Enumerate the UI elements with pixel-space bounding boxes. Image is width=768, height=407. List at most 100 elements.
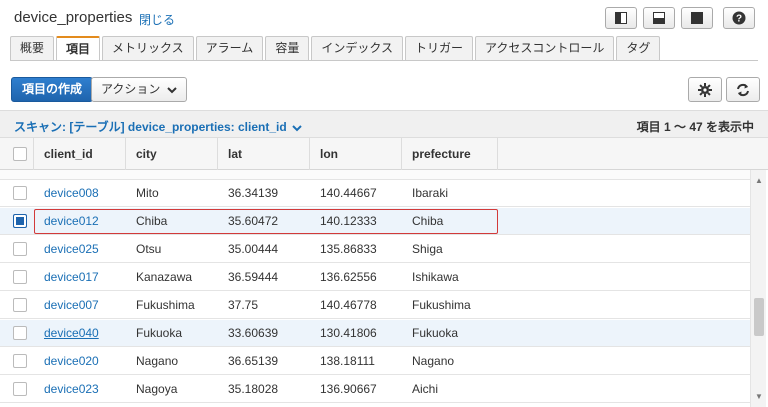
city-cell: Nagano xyxy=(136,354,179,368)
close-link[interactable]: 閉じる xyxy=(139,11,175,28)
prefecture-cell: Ibaraki xyxy=(412,186,449,200)
row-checkbox[interactable] xyxy=(13,270,27,284)
lon-cell: 136.90667 xyxy=(320,382,377,396)
table-row[interactable]: device023 Nagoya 35.18028 136.90667 Aich… xyxy=(0,376,750,403)
tab-tags[interactable]: タグ xyxy=(616,36,661,60)
tab-capacity[interactable]: 容量 xyxy=(265,36,310,60)
table-row[interactable]: device025 Otsu 35.00444 135.86833 Shiga xyxy=(0,236,750,263)
row-layout-icon xyxy=(653,12,665,24)
table-row-selected[interactable]: device012 Chiba 35.60472 140.12333 Chiba xyxy=(0,208,750,235)
tab-access-control[interactable]: アクセスコントロール xyxy=(474,36,615,60)
client-id-link[interactable]: device023 xyxy=(44,376,99,403)
create-item-button[interactable]: 項目の作成 xyxy=(11,77,94,102)
table-row[interactable]: device008 Mito 36.34139 140.44667 Ibarak… xyxy=(0,180,750,207)
column-header-lon[interactable]: lon xyxy=(310,138,402,170)
lon-cell: 136.62556 xyxy=(320,270,377,284)
city-cell: Kanazawa xyxy=(136,270,193,284)
column-header-city[interactable]: city xyxy=(126,138,218,170)
row-checkbox[interactable] xyxy=(13,354,27,368)
lat-cell: 36.65139 xyxy=(228,354,279,368)
svg-text:?: ? xyxy=(736,14,742,25)
view-buttons: ? xyxy=(605,7,755,29)
tab-alarms[interactable]: アラーム xyxy=(195,36,264,60)
column-layout-button[interactable] xyxy=(605,7,637,29)
column-header-client-id[interactable]: client_id xyxy=(34,138,126,170)
refresh-button[interactable] xyxy=(726,77,760,102)
row-checkbox[interactable] xyxy=(13,382,27,396)
lon-cell: 140.12333 xyxy=(320,214,377,228)
item-count: 項目 1 ～ 47 を表示中 xyxy=(636,120,754,134)
row-layout-button[interactable] xyxy=(643,7,675,29)
city-cell: Fukushima xyxy=(136,298,195,312)
chevron-down-icon xyxy=(292,125,302,132)
city-cell: Mito xyxy=(136,186,159,200)
row-checkbox[interactable] xyxy=(13,214,27,228)
prefecture-cell: Ishikawa xyxy=(412,270,459,284)
prefecture-cell: Chiba xyxy=(412,214,444,228)
grid-header: client_id city lat lon prefecture xyxy=(0,138,768,170)
select-all-cell xyxy=(0,138,34,170)
table-row-hovered[interactable]: device040 Fukuoka 33.60639 130.41806 Fuk… xyxy=(0,320,750,347)
prefecture-cell: Aichi xyxy=(412,382,439,396)
scroll-down-icon[interactable]: ▼ xyxy=(755,392,763,401)
row-checkbox[interactable] xyxy=(13,298,27,312)
tab-items[interactable]: 項目 xyxy=(56,36,101,61)
scan-selector[interactable]: スキャン: [テーブル] device_properties: client_i… xyxy=(14,118,302,135)
scan-selector-label: スキャン: [テーブル] device_properties: client_i… xyxy=(14,120,287,134)
grid-partial-row xyxy=(0,170,750,180)
tab-indexes[interactable]: インデックス xyxy=(311,36,403,60)
client-id-link[interactable]: device008 xyxy=(44,180,99,207)
action-dropdown-button[interactable]: アクション xyxy=(91,77,187,102)
table-row[interactable]: device020 Nagano 36.65139 138.18111 Naga… xyxy=(0,348,750,375)
lon-cell: 140.44667 xyxy=(320,186,377,200)
gear-icon xyxy=(698,82,712,97)
scroll-up-icon[interactable]: ▲ xyxy=(755,176,763,185)
lat-cell: 33.60639 xyxy=(228,326,279,340)
city-cell: Fukuoka xyxy=(136,326,183,340)
prefecture-cell: Shiga xyxy=(412,242,443,256)
lat-cell: 35.60472 xyxy=(228,214,279,228)
lon-cell: 130.41806 xyxy=(320,326,377,340)
select-all-checkbox[interactable] xyxy=(13,147,27,161)
table-row[interactable]: device017 Kanazawa 36.59444 136.62556 Is… xyxy=(0,264,750,291)
column-header-prefecture[interactable]: prefecture xyxy=(402,138,498,170)
scrollbar-thumb[interactable] xyxy=(754,298,764,336)
column-header-lat[interactable]: lat xyxy=(218,138,310,170)
city-cell: Otsu xyxy=(136,242,162,256)
scan-bar: スキャン: [テーブル] device_properties: client_i… xyxy=(0,110,768,138)
client-id-link[interactable]: device012 xyxy=(44,208,99,235)
refresh-icon xyxy=(737,83,749,96)
lon-cell: 135.86833 xyxy=(320,242,377,256)
client-id-link[interactable]: device040 xyxy=(44,320,99,347)
tab-divider xyxy=(10,60,758,61)
table-row[interactable]: device007 Fukushima 37.75 140.46778 Fuku… xyxy=(0,292,750,319)
city-cell: Nagoya xyxy=(136,382,178,396)
lat-cell: 36.34139 xyxy=(228,186,279,200)
full-layout-button[interactable] xyxy=(681,7,713,29)
full-layout-icon xyxy=(691,12,703,24)
column-layout-icon xyxy=(615,12,627,24)
settings-button[interactable] xyxy=(688,77,722,102)
create-item-label: 項目の作成 xyxy=(22,82,83,96)
client-id-link[interactable]: device025 xyxy=(44,236,99,263)
tab-overview[interactable]: 概要 xyxy=(10,36,55,60)
tab-triggers[interactable]: トリガー xyxy=(404,36,473,60)
prefecture-cell: Fukushima xyxy=(412,298,471,312)
prefecture-cell: Nagano xyxy=(412,354,455,368)
help-icon: ? xyxy=(732,11,746,25)
city-cell: Chiba xyxy=(136,214,168,228)
lat-cell: 37.75 xyxy=(228,298,259,312)
prefecture-cell: Fukuoka xyxy=(412,326,459,340)
vertical-scrollbar[interactable]: ▲ ▼ xyxy=(750,170,766,407)
tab-bar: 概要 項目 メトリックス アラーム 容量 インデックス トリガー アクセスコント… xyxy=(10,36,661,61)
title-bar: device_properties 閉じる ? xyxy=(0,0,768,36)
tab-metrics[interactable]: メトリックス xyxy=(102,36,194,60)
row-checkbox[interactable] xyxy=(13,242,27,256)
client-id-link[interactable]: device017 xyxy=(44,264,99,291)
row-checkbox[interactable] xyxy=(13,326,27,340)
row-checkbox[interactable] xyxy=(13,186,27,200)
client-id-link[interactable]: device020 xyxy=(44,348,99,375)
client-id-link[interactable]: device007 xyxy=(44,292,99,319)
chevron-down-icon xyxy=(167,87,177,94)
help-button[interactable]: ? xyxy=(723,7,755,29)
